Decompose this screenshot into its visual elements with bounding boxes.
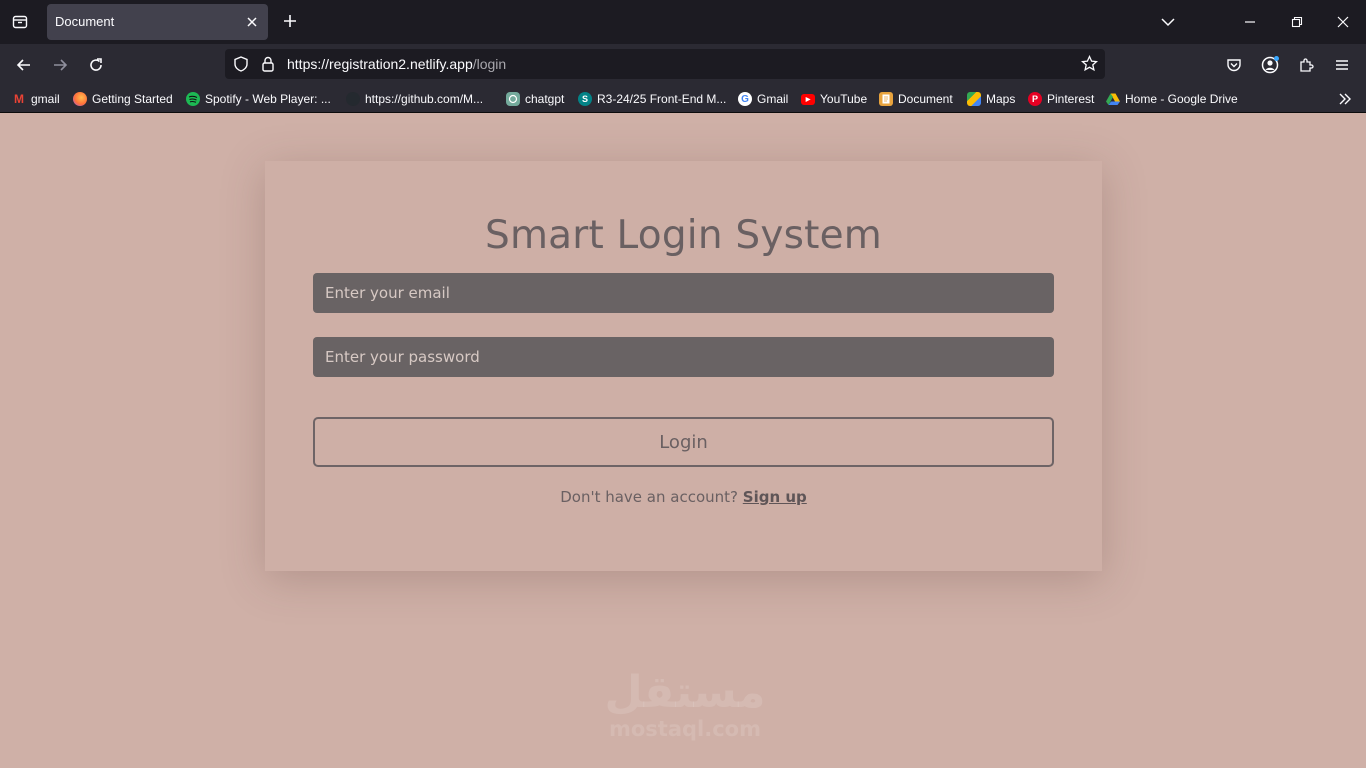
- bookmark-google-drive[interactable]: Home - Google Drive: [1106, 90, 1238, 108]
- bookmark-label: YouTube: [820, 92, 868, 106]
- signup-link[interactable]: Sign up: [743, 488, 807, 506]
- minimize-icon[interactable]: [1238, 10, 1262, 34]
- maps-icon: [967, 92, 981, 106]
- bookmark-gmail[interactable]: M gmail: [12, 90, 60, 108]
- url-path: /login: [472, 56, 507, 72]
- bookmark-label: Gmail: [757, 92, 789, 106]
- watermark-arabic: مستقل: [604, 667, 766, 718]
- bookmark-spotify[interactable]: Spotify - Web Player: ...: [186, 90, 331, 108]
- bookmark-github[interactable]: https://github.com/M...: [346, 90, 483, 108]
- signup-prompt: Don't have an account?: [560, 488, 738, 506]
- mostaql-watermark: مستقل mostaql.com: [600, 667, 770, 741]
- watermark-latin: mostaql.com: [609, 717, 761, 741]
- close-window-icon[interactable]: [1331, 10, 1355, 34]
- login-button[interactable]: Login: [313, 417, 1054, 467]
- reload-icon[interactable]: [83, 52, 109, 78]
- firefox-icon: [73, 92, 87, 106]
- bookmark-label: Home - Google Drive: [1125, 92, 1238, 106]
- document-icon: [879, 92, 893, 106]
- page-title: Smart Login System: [484, 213, 882, 258]
- forward-icon[interactable]: [47, 52, 73, 78]
- bookmark-label: Document: [898, 92, 953, 106]
- email-field[interactable]: [313, 273, 1054, 313]
- app-menu-icon[interactable]: [1329, 52, 1355, 78]
- login-card: Smart Login System Login Don't have an a…: [265, 161, 1102, 571]
- list-all-tabs-icon[interactable]: [1156, 10, 1180, 34]
- bookmark-pinterest[interactable]: P Pinterest: [1028, 90, 1094, 108]
- bookmark-youtube[interactable]: ▶ YouTube: [801, 90, 867, 108]
- bookmark-label: Pinterest: [1047, 92, 1095, 106]
- url-bar[interactable]: https://registration2.netlify.app/login: [225, 49, 1105, 79]
- account-icon[interactable]: [1257, 52, 1283, 78]
- bookmark-getting-started[interactable]: Getting Started: [73, 90, 173, 108]
- bookmark-label: Maps: [986, 92, 1016, 106]
- back-icon[interactable]: [11, 52, 37, 78]
- lock-icon[interactable]: [261, 56, 275, 76]
- password-field[interactable]: [313, 337, 1054, 377]
- github-icon: [346, 92, 360, 106]
- bookmark-google-gmail[interactable]: G Gmail: [738, 90, 788, 108]
- tracking-protection-shield-icon[interactable]: [233, 56, 249, 76]
- close-tab-icon[interactable]: [244, 14, 260, 30]
- bookmark-label: Getting Started: [92, 92, 173, 106]
- url-text[interactable]: https://registration2.netlify.app/login: [287, 56, 506, 72]
- gmail-icon: M: [14, 92, 24, 106]
- bookmark-document[interactable]: Document: [879, 90, 953, 108]
- restore-icon[interactable]: [1285, 10, 1309, 34]
- tab-title: Document: [55, 14, 115, 29]
- signup-row: Don't have an account? Sign up: [265, 488, 1102, 506]
- tab-bar: Document: [0, 0, 1366, 44]
- url-host: https://registration2.netlify.app: [287, 56, 473, 72]
- bookmark-label: chatgpt: [525, 92, 565, 106]
- bookmark-star-icon[interactable]: [1080, 54, 1099, 76]
- bookmark-label: R3-24/25 Front-End M...: [597, 92, 727, 106]
- bookmarks-toolbar: M gmail Getting Started Spotify - Web Pl…: [0, 84, 1366, 113]
- chevron-double-right-icon[interactable]: [1334, 88, 1356, 110]
- new-tab-icon[interactable]: [279, 10, 301, 32]
- chatgpt-icon: [506, 92, 520, 106]
- tab-list-icon[interactable]: [6, 8, 34, 36]
- pocket-icon[interactable]: [1221, 52, 1247, 78]
- bookmark-label: Spotify - Web Player: ...: [205, 92, 331, 106]
- navigation-toolbar: https://registration2.netlify.app/login: [0, 44, 1366, 84]
- bookmark-label: gmail: [31, 92, 60, 106]
- pinterest-icon: P: [1028, 92, 1042, 106]
- youtube-icon: ▶: [801, 93, 815, 105]
- spotify-icon: [186, 92, 200, 106]
- google-drive-icon: [1106, 92, 1120, 106]
- bookmark-maps[interactable]: Maps: [967, 90, 1015, 108]
- bookmark-r3-front-end[interactable]: S R3-24/25 Front-End M...: [578, 90, 726, 108]
- extensions-icon[interactable]: [1293, 52, 1319, 78]
- bookmark-label: https://github.com/M...: [365, 92, 484, 106]
- tab-document[interactable]: Document: [47, 4, 268, 40]
- sharepoint-icon: S: [578, 92, 592, 106]
- bookmark-chatgpt[interactable]: chatgpt: [506, 90, 564, 108]
- google-icon: G: [738, 92, 752, 106]
